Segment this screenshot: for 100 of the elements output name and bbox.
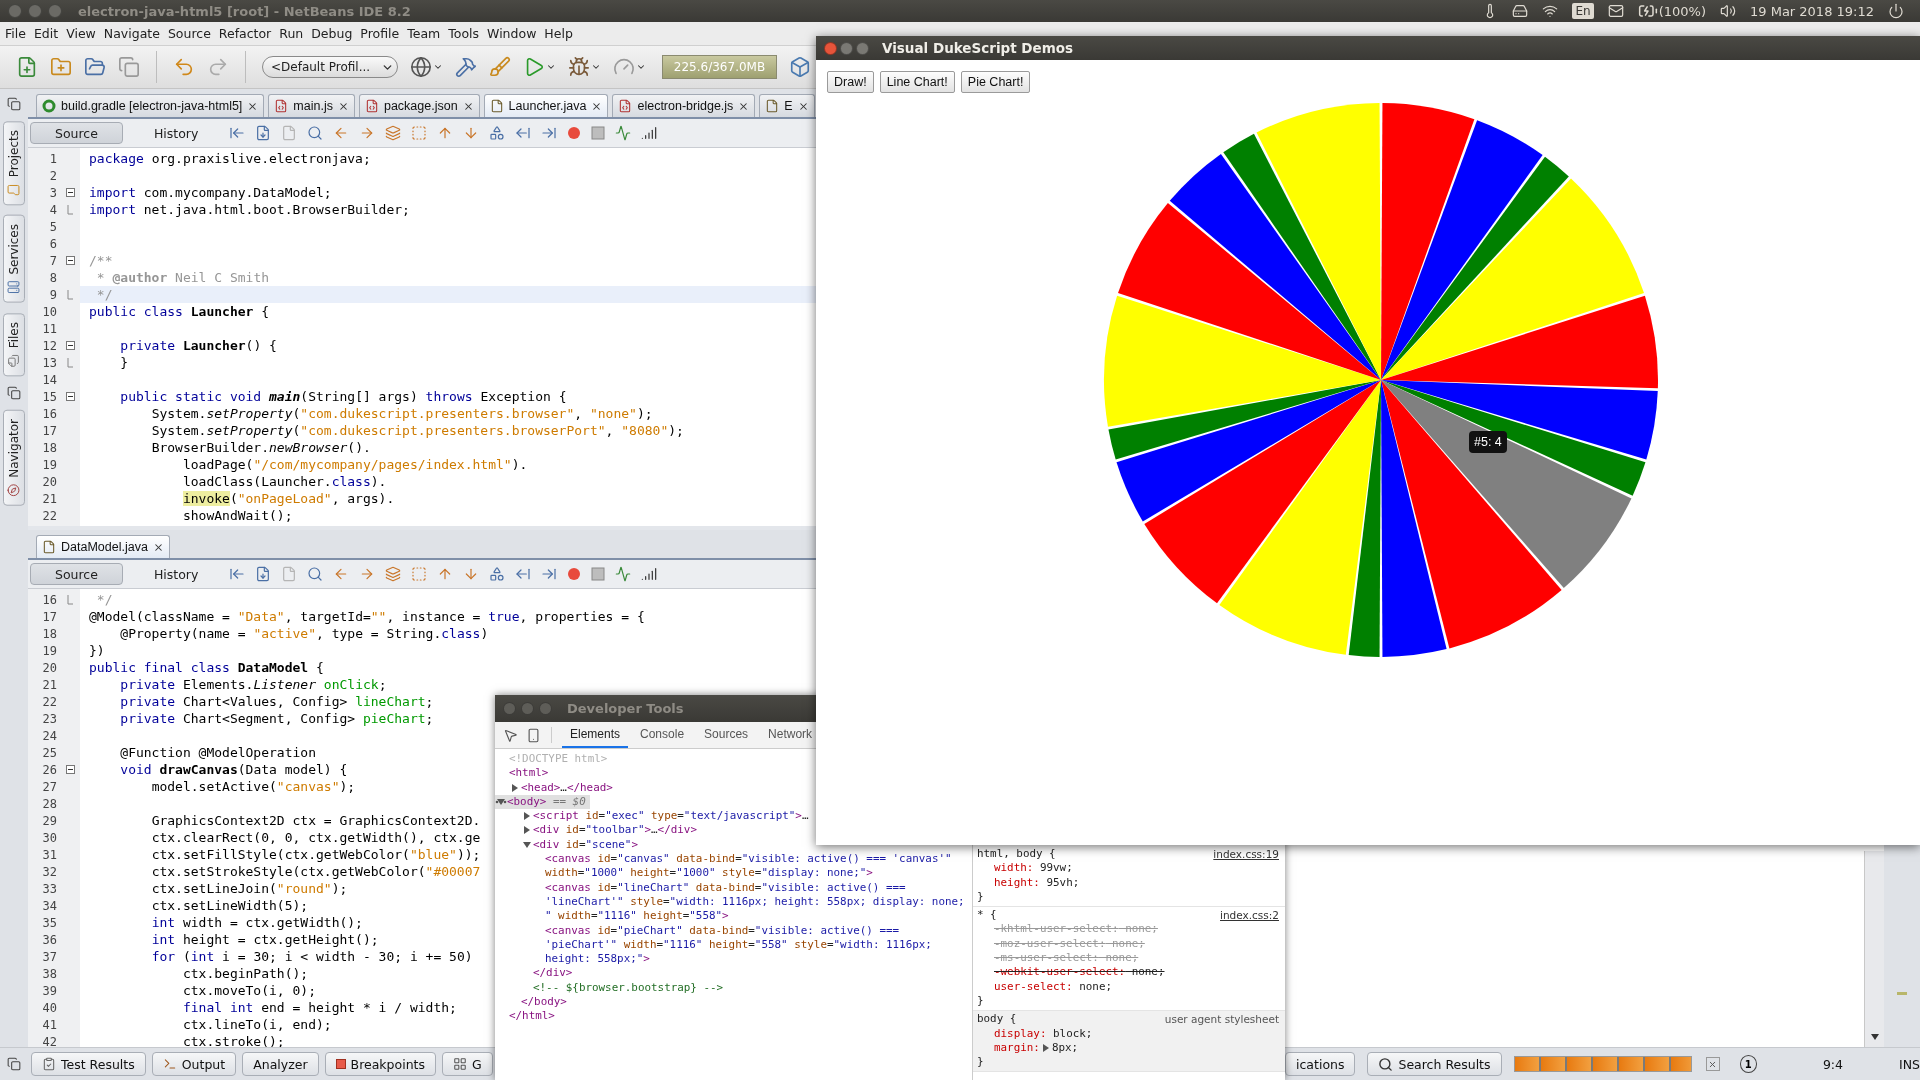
push-button[interactable]: Draw! — [827, 71, 874, 93]
stack-icon[interactable] — [385, 125, 402, 141]
output-tab[interactable]: G — [442, 1052, 493, 1076]
scrollbar[interactable] — [1864, 851, 1884, 1047]
box-icon[interactable] — [789, 56, 811, 78]
view-tab[interactable]: Source — [30, 122, 123, 144]
pie-slice[interactable] — [1381, 380, 1447, 657]
caret-icon[interactable] — [636, 62, 646, 72]
dom-closing-tag[interactable]: </div> — [495, 966, 577, 981]
close-button[interactable] — [824, 41, 837, 55]
menu-item[interactable]: Navigate — [99, 26, 164, 41]
output-tab[interactable]: Test Results — [31, 1052, 146, 1076]
search-icon[interactable] — [307, 566, 324, 582]
close-icon[interactable] — [591, 100, 603, 112]
arrow-to-line-icon[interactable] — [229, 566, 246, 582]
file-arrow-icon[interactable] — [255, 566, 272, 582]
caret-icon[interactable] — [591, 62, 601, 72]
collapse-icon[interactable] — [65, 392, 75, 401]
menu-item[interactable]: Edit — [29, 26, 63, 41]
shapes-icon[interactable] — [489, 125, 506, 141]
push-button[interactable]: Line Chart! — [879, 71, 955, 93]
dom-node[interactable]: <!-- ${browser.bootstrap} --> — [495, 980, 728, 996]
output-tab[interactable]: ications — [1285, 1052, 1356, 1076]
wifi-icon[interactable] — [1542, 3, 1559, 19]
bug-icon[interactable] — [568, 56, 590, 78]
collapse-icon[interactable] — [65, 341, 75, 350]
outdent-icon[interactable] — [515, 566, 532, 582]
profile-dropdown[interactable]: <Default Profil... — [262, 56, 398, 78]
signal-bars-icon[interactable] — [641, 125, 658, 141]
pie-slice[interactable] — [1381, 295, 1658, 389]
dom-closing-tag[interactable]: </html> — [495, 1009, 559, 1024]
maximize-button[interactable] — [856, 41, 869, 55]
pie-slice[interactable] — [1381, 380, 1632, 589]
pie-slice[interactable] — [1256, 103, 1381, 380]
shapes-icon[interactable] — [489, 566, 506, 582]
push-button[interactable]: Pie Chart! — [960, 71, 1031, 93]
pie-slice[interactable] — [1118, 203, 1381, 380]
css-declaration[interactable]: -webkit-user-select: none; — [977, 965, 1279, 980]
close-icon[interactable] — [738, 100, 750, 112]
windows-icon[interactable] — [7, 1057, 21, 1071]
down-arrow-icon[interactable] — [1869, 1033, 1880, 1041]
globe-icon[interactable] — [410, 56, 432, 78]
menu-item[interactable]: View — [62, 26, 100, 41]
record-icon[interactable] — [567, 567, 582, 581]
editor-tab[interactable]: build.gradle [electron-java-html5] — [36, 94, 265, 117]
output-tab[interactable]: Analyzer — [242, 1052, 319, 1076]
caret-icon[interactable] — [546, 62, 556, 72]
close-icon[interactable] — [462, 100, 474, 112]
menu-item[interactable]: Refactor — [214, 26, 276, 41]
dom-node[interactable]: <div id="scene"> — [495, 837, 642, 853]
side-tab[interactable]: Files — [3, 312, 25, 377]
close-icon[interactable] — [152, 541, 164, 553]
windows-icon[interactable] — [7, 97, 21, 111]
search-icon[interactable] — [307, 125, 324, 141]
side-tab[interactable]: Projects — [3, 121, 25, 206]
css-declaration[interactable]: height: 95vh; — [977, 875, 1279, 890]
indent-icon[interactable] — [541, 125, 558, 141]
menu-item[interactable]: File — [1, 26, 30, 41]
output-tab[interactable]: Search Results — [1367, 1052, 1502, 1076]
view-tab[interactable]: Source — [30, 563, 123, 585]
pulse-icon[interactable] — [615, 566, 632, 582]
editor-tab[interactable]: package.json — [358, 94, 480, 117]
minimize-button[interactable] — [840, 41, 853, 55]
dom-node[interactable]: <canvas id="canvas" data-bind="visible: active() === 'canvas'" width="1000" height="1000" style="display: none;"> — [495, 852, 956, 881]
side-tab[interactable]: Navigator — [3, 410, 25, 506]
keyboard-layout[interactable]: En — [1572, 3, 1594, 19]
expand-icon[interactable] — [511, 783, 519, 792]
menu-item[interactable]: Window — [483, 26, 541, 41]
dom-node[interactable]: <head>…</head> — [495, 780, 617, 795]
pulse-icon[interactable] — [615, 125, 632, 141]
pie-slice[interactable] — [1381, 380, 1658, 460]
power-icon[interactable] — [1888, 3, 1904, 19]
editor-tab[interactable]: E — [759, 94, 815, 117]
outdent-icon[interactable] — [515, 125, 532, 141]
source-link[interactable]: index.css:19 — [1213, 847, 1279, 862]
phone-icon[interactable] — [526, 727, 541, 743]
menu-item[interactable]: Profile — [356, 26, 404, 41]
new-folder-icon[interactable] — [50, 56, 72, 78]
css-declaration[interactable]: width: 99vw; — [977, 861, 1279, 876]
mail-icon[interactable] — [1607, 3, 1624, 19]
close-icon[interactable] — [247, 100, 259, 112]
pie-slice[interactable] — [1381, 380, 1562, 649]
dom-node[interactable]: <html> — [495, 766, 553, 781]
volume-icon[interactable] — [1720, 3, 1736, 19]
devtools-tab[interactable]: Elements — [562, 722, 629, 748]
signal-bars-icon[interactable] — [641, 566, 658, 582]
pie-slice[interactable] — [1381, 120, 1543, 380]
editor-tab[interactable]: electron-bridge.js — [612, 94, 756, 117]
css-declaration[interactable]: user-select: none; — [977, 979, 1279, 994]
menu-item[interactable]: Source — [163, 26, 215, 41]
editor-tab[interactable]: Launcher.java — [483, 94, 609, 117]
pie-slice[interactable] — [1219, 380, 1381, 655]
css-declaration[interactable]: margin: 8px; — [977, 1040, 1279, 1056]
clock[interactable]: 19 Mar 2018 19:12 — [1750, 3, 1874, 19]
indent-icon[interactable] — [541, 566, 558, 582]
menu-item[interactable]: Debug — [307, 26, 357, 41]
pie-slice[interactable] — [1169, 153, 1381, 380]
pie-slice[interactable] — [1381, 103, 1475, 380]
collapse-icon[interactable] — [65, 188, 75, 197]
output-tab[interactable]: Breakpoints — [324, 1052, 436, 1076]
